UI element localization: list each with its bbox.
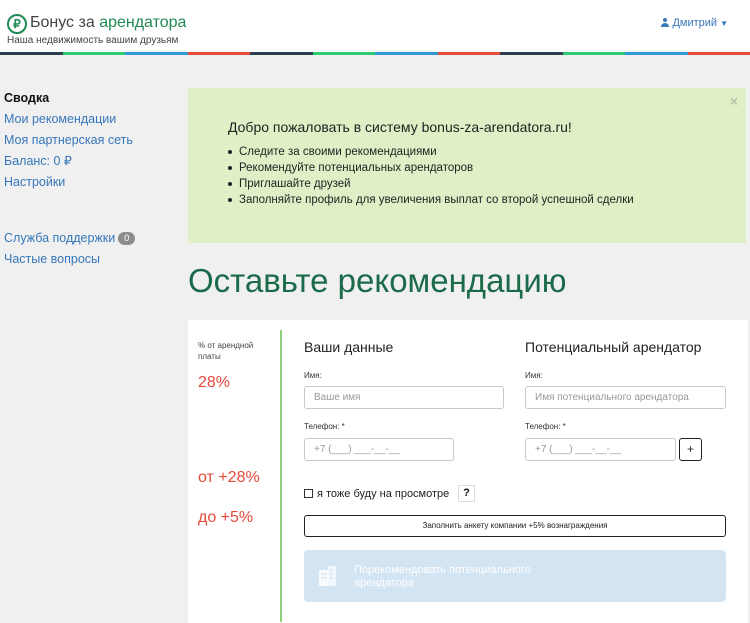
close-icon[interactable]: × xyxy=(730,93,738,109)
stripe-segment xyxy=(375,52,438,55)
alert-list: Следите за своими рекомендациями Рекомен… xyxy=(228,144,634,208)
stripe-segment xyxy=(125,52,188,55)
fill-company-profile-button[interactable]: Заполнить анкету компании +5% вознагражд… xyxy=(304,515,726,537)
stripe-segment xyxy=(625,52,688,55)
sidebar-item-balance[interactable]: Баланс: 0 ₽ xyxy=(4,151,174,172)
top-header: ₽ Бонус за арендатора Наша недвижимость … xyxy=(0,0,750,52)
tagline: Наша недвижимость вашим друзьям xyxy=(7,35,179,46)
stripe-segment xyxy=(312,52,375,55)
stripe-segment xyxy=(187,52,250,55)
sidebar-item-summary[interactable]: Сводка xyxy=(4,88,174,109)
rate-base-value: 28% xyxy=(198,374,231,391)
recommend-button-label: Порекомендовать потенциального арендатор… xyxy=(354,564,531,589)
stripe-segment xyxy=(62,52,125,55)
your-name-input[interactable]: Ваше имя xyxy=(304,386,504,409)
viewing-checkbox-label: я тоже буду на просмотре xyxy=(317,488,450,500)
stripe-segment xyxy=(0,52,63,55)
list-item: Приглашайте друзей xyxy=(228,176,634,192)
help-button[interactable]: ? xyxy=(458,485,475,502)
sidebar-item-support[interactable]: Служба поддержки 0 xyxy=(4,228,174,249)
caret-down-icon: ▼ xyxy=(720,19,728,28)
sidebar-item-settings[interactable]: Настройки xyxy=(4,172,174,193)
tenant-title: Потенциальный арендатор xyxy=(525,339,702,355)
add-phone-button[interactable]: + xyxy=(679,438,702,461)
brand-accent: арендатора xyxy=(99,14,187,31)
your-phone-input[interactable]: +7 (___) ___-__-__ xyxy=(304,438,454,461)
color-stripe xyxy=(0,52,750,55)
ruble-logo-icon[interactable]: ₽ xyxy=(7,14,27,34)
user-icon xyxy=(661,18,670,27)
stripe-segment xyxy=(500,52,563,55)
vertical-divider xyxy=(280,330,282,622)
page-title: Оставьте рекомендацию xyxy=(188,262,567,299)
recommendation-form: % от арендной платы 28% от +28% до +5% В… xyxy=(188,320,748,623)
sidebar-item-my-recommendations[interactable]: Мои рекомендации xyxy=(4,109,174,130)
your-name-label: Имя: xyxy=(304,371,322,380)
list-item: Заполняйте профиль для увеличения выплат… xyxy=(228,192,634,208)
your-data-title: Ваши данные xyxy=(304,339,394,355)
rate-label: % от арендной платы xyxy=(198,341,254,361)
tenant-phone-label: Телефон: * xyxy=(525,422,566,431)
reward-rate-column: % от арендной платы 28% от +28% до +5% xyxy=(188,320,282,623)
recommend-tenant-button[interactable]: Порекомендовать потенциального арендатор… xyxy=(304,550,726,602)
user-name: Дмитрий xyxy=(672,17,718,29)
viewing-checkbox-row[interactable]: я тоже буду на просмотре xyxy=(304,486,449,502)
sidebar-item-partner-network[interactable]: Моя партнерская сеть xyxy=(4,130,174,151)
rate-extra-value: до +5% xyxy=(198,509,254,526)
sidebar-item-faq[interactable]: Частые вопросы xyxy=(4,249,174,270)
user-menu-dropdown[interactable]: Дмитрий ▼ xyxy=(661,17,728,29)
sidebar-nav: Сводка Мои рекомендации Моя партнерская … xyxy=(4,88,174,270)
stripe-segment xyxy=(687,52,750,55)
viewing-checkbox[interactable] xyxy=(304,489,313,498)
brand-name[interactable]: Бонус за арендатора xyxy=(30,14,186,32)
support-label: Служба поддержки xyxy=(4,231,116,245)
rate-plus-value: от +28% xyxy=(198,469,260,486)
brand-prefix: Бонус за xyxy=(30,14,100,31)
welcome-alert: × Добро пожаловать в систему bonus-za-ar… xyxy=(188,88,746,243)
stripe-segment xyxy=(437,52,500,55)
tenant-phone-input[interactable]: +7 (___) ___-__-__ xyxy=(525,438,676,461)
stripe-segment xyxy=(250,52,313,55)
alert-title: Добро пожаловать в систему bonus-za-aren… xyxy=(228,119,572,135)
list-item: Рекомендуйте потенциальных арендаторов xyxy=(228,160,634,176)
list-item: Следите за своими рекомендациями xyxy=(228,144,634,160)
support-count-badge: 0 xyxy=(118,232,136,245)
tenant-name-label: Имя: xyxy=(525,371,543,380)
building-icon xyxy=(319,566,336,586)
stripe-segment xyxy=(562,52,625,55)
your-phone-label: Телефон: * xyxy=(304,422,345,431)
tenant-name-input[interactable]: Имя потенциального арендатора xyxy=(525,386,726,409)
